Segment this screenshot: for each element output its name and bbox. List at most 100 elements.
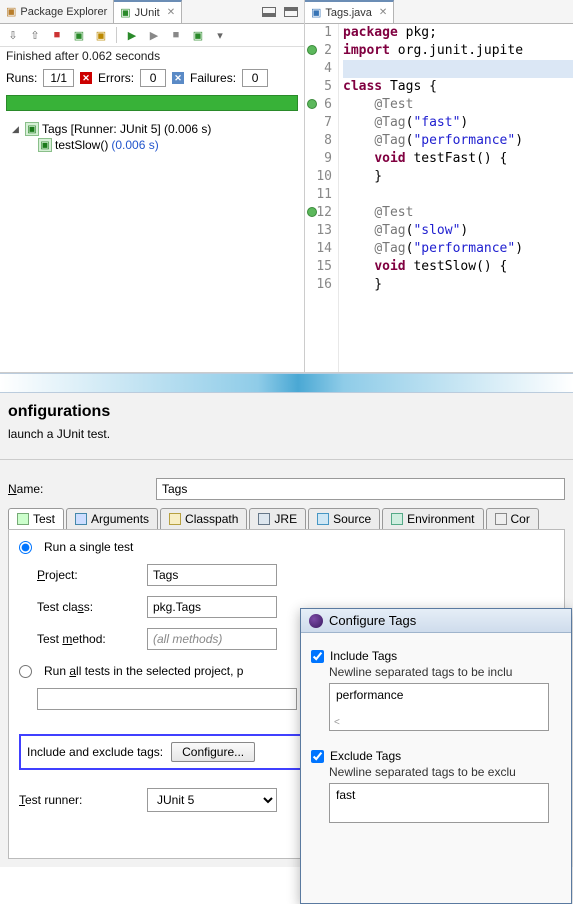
line-number: 12	[305, 204, 332, 222]
project-input[interactable]	[147, 564, 277, 586]
window-title-text: Configure Tags	[329, 613, 416, 628]
configure-tags-window: Configure Tags Include Tags Newline sepa…	[300, 608, 572, 904]
runs-value: 1/1	[43, 69, 74, 87]
name-input[interactable]	[156, 478, 565, 500]
exclude-tags-textarea[interactable]: fast	[329, 783, 549, 823]
errors-value: 0	[140, 69, 166, 87]
section-divider	[0, 373, 573, 393]
failures-value: 0	[242, 69, 268, 87]
line-gutter: 1 2 4 5 6 7 8 9 10 11 12 13 14 15 16	[305, 24, 339, 372]
tab-common-label: Cor	[511, 512, 530, 526]
line-number: 1	[305, 24, 332, 42]
tab-common[interactable]: Cor	[486, 508, 539, 529]
history-icon[interactable]: ▣	[191, 28, 205, 42]
tab-source[interactable]: Source	[308, 508, 380, 529]
exclude-tags-value: fast	[336, 788, 355, 802]
relaunch-icon[interactable]: ▶	[125, 28, 139, 42]
tab-junit-label: JUnit	[135, 7, 160, 19]
method-marker-icon[interactable]	[307, 207, 317, 217]
test-ok-icon: ▣	[25, 122, 39, 136]
common-tab-icon	[495, 513, 507, 525]
method-marker-icon[interactable]	[307, 99, 317, 109]
line-number: 6	[305, 96, 332, 114]
tab-classpath[interactable]: Classpath	[160, 508, 247, 529]
environment-tab-icon	[391, 513, 403, 525]
eclipse-icon	[309, 614, 323, 628]
configure-tags-button[interactable]: Configure...	[171, 742, 255, 762]
tab-package-explorer[interactable]: ▣ Package Explorer	[0, 0, 114, 23]
run-all-label: Run all tests in the selected project, p	[44, 664, 243, 678]
include-tags-value: performance	[336, 688, 403, 702]
config-tab-bar: Test Arguments Classpath JRE Source Envi…	[8, 508, 565, 530]
test-class-input[interactable]	[147, 596, 277, 618]
test-runner-label: Test runner:	[19, 793, 139, 807]
include-tags-textarea[interactable]: performance <	[329, 683, 549, 731]
junit-counters: Runs: 1/1 ✕ Errors: 0 ✕ Failures: 0	[0, 65, 304, 91]
tree-root-row[interactable]: ◢ ▣ Tags [Runner: JUnit 5] (0.006 s)	[4, 121, 300, 137]
dialog-subtitle: launch a JUnit test.	[0, 427, 573, 459]
line-number: 14	[305, 240, 332, 258]
tree-child-time: (0.006 s)	[111, 138, 158, 152]
include-tags-hint: Newline separated tags to be inclu	[329, 665, 561, 679]
maximize-view-icon[interactable]	[284, 7, 298, 17]
window-titlebar[interactable]: Configure Tags	[301, 609, 571, 633]
classpath-tab-icon	[169, 513, 181, 525]
minimize-view-icon[interactable]	[262, 7, 276, 17]
line-number: 8	[305, 132, 332, 150]
view-menu-icon[interactable]: ▾	[213, 28, 227, 42]
test-runner-select[interactable]: JUnit 5	[147, 788, 277, 812]
include-tags-label: Include Tags	[330, 649, 397, 663]
rerun-failed-icon[interactable]: ▣	[94, 28, 108, 42]
scroll-left-icon[interactable]: <	[334, 717, 340, 728]
tab-jre[interactable]: JRE	[249, 508, 306, 529]
run-all-radio[interactable]	[19, 665, 32, 678]
tab-junit[interactable]: ▣ JUnit ✕	[114, 0, 182, 23]
tab-source-label: Source	[333, 512, 371, 526]
test-method-input[interactable]: (all methods)	[147, 628, 277, 650]
tab-arguments[interactable]: Arguments	[66, 508, 158, 529]
line-number: 16	[305, 276, 332, 294]
editor-tab-label: Tags.java	[325, 7, 371, 19]
exclude-tags-label: Exclude Tags	[330, 749, 401, 763]
code-body[interactable]: package pkg; import org.junit.jupite cla…	[339, 24, 573, 372]
stop-junit-icon[interactable]: ■	[169, 28, 183, 42]
line-number: 13	[305, 222, 332, 240]
tab-arguments-label: Arguments	[91, 512, 149, 526]
junit-toolbar: ⇩ ⇧ ■ ▣ ▣ ▶ ▶ ■ ▣ ▾	[0, 24, 304, 47]
line-number: 15	[305, 258, 332, 276]
view-tab-bar: ▣ Package Explorer ▣ JUnit ✕	[0, 0, 304, 24]
separator	[116, 27, 117, 43]
tree-expand-icon[interactable]: ◢	[12, 124, 22, 135]
editor-tab-tags[interactable]: ▣ Tags.java ✕	[305, 0, 394, 23]
project-label: Project:	[19, 568, 139, 582]
tree-root-label: Tags [Runner: JUnit 5] (0.006 s)	[42, 122, 211, 136]
stop-icon[interactable]: ■	[50, 28, 64, 42]
jre-tab-icon	[258, 513, 270, 525]
run-single-radio-row[interactable]: Run a single test	[19, 540, 554, 554]
line-number: 9	[305, 150, 332, 168]
include-tags-checkbox-row[interactable]: Include Tags	[311, 649, 561, 663]
tab-environment-label: Environment	[407, 512, 474, 526]
exclude-tags-checkbox-row[interactable]: Exclude Tags	[311, 749, 561, 763]
close-icon[interactable]: ✕	[167, 7, 175, 18]
rerun-icon[interactable]: ▣	[72, 28, 86, 42]
include-tags-checkbox[interactable]	[311, 650, 324, 663]
run-single-radio[interactable]	[19, 541, 32, 554]
line-number: 7	[305, 114, 332, 132]
prev-failure-icon[interactable]: ⇧	[28, 28, 42, 42]
relaunch-failed-icon[interactable]: ▶	[147, 28, 161, 42]
import-marker-icon[interactable]	[307, 45, 317, 55]
close-icon[interactable]: ✕	[379, 7, 387, 18]
exclude-tags-checkbox[interactable]	[311, 750, 324, 763]
tab-environment[interactable]: Environment	[382, 508, 483, 529]
package-explorer-icon: ▣	[6, 5, 16, 18]
tab-test[interactable]: Test	[8, 508, 64, 529]
junit-status-text: Finished after 0.062 seconds	[0, 47, 304, 65]
tree-child-row[interactable]: ▣ testSlow() (0.006 s)	[4, 137, 300, 153]
error-badge-icon: ✕	[80, 72, 92, 84]
tab-package-explorer-label: Package Explorer	[20, 6, 107, 18]
project-scope-input[interactable]	[37, 688, 297, 710]
code-editor[interactable]: 1 2 4 5 6 7 8 9 10 11 12 13 14 15 16 pac…	[305, 24, 573, 372]
next-failure-icon[interactable]: ⇩	[6, 28, 20, 42]
dialog-title: onfigurations	[0, 403, 573, 427]
